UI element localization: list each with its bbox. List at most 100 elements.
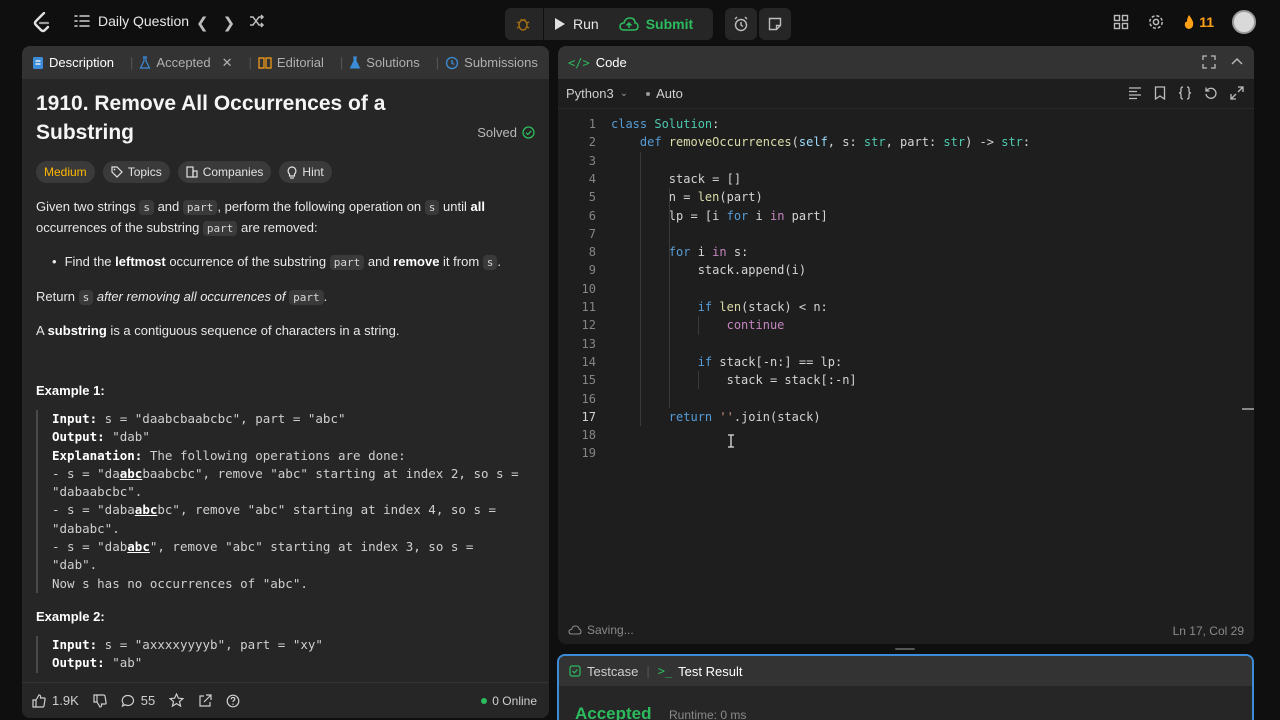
code-line[interactable]: 2 def removeOccurrences(self, s: str, pa…: [558, 133, 1254, 151]
online-count: 0 Online: [481, 694, 537, 708]
reset-icon[interactable]: [1204, 86, 1218, 100]
code-line[interactable]: 15 stack = stack[:-n]: [558, 371, 1254, 389]
tab-submissions[interactable]: Submissions: [445, 55, 538, 70]
code-line[interactable]: 1 class Solution:: [558, 115, 1254, 133]
timer-button[interactable]: [725, 8, 758, 40]
tab-description[interactable]: Description: [32, 55, 114, 70]
layout-grid-icon[interactable]: [1113, 14, 1129, 30]
submit-button[interactable]: Submit: [609, 8, 703, 40]
resize-handle[interactable]: [895, 648, 915, 650]
code-line[interactable]: 5 n = len(part): [558, 188, 1254, 206]
companies-chip[interactable]: Companies: [177, 161, 272, 183]
topics-chip[interactable]: Topics: [102, 161, 170, 183]
run-button[interactable]: Run: [544, 8, 609, 40]
line-number: 8: [588, 245, 596, 260]
favorite-button[interactable]: [169, 693, 185, 708]
line-number: 19: [581, 446, 596, 461]
indent-guide: [697, 371, 699, 390]
like-button[interactable]: 1.9K: [32, 693, 79, 708]
code-text: lp = [i for i in part]: [668, 208, 828, 223]
code-line[interactable]: 12 continue: [558, 316, 1254, 334]
next-problem-icon[interactable]: ❯: [223, 14, 236, 32]
comments-button[interactable]: 55: [121, 693, 155, 708]
document-icon: [33, 56, 43, 69]
code-line[interactable]: 11 if len(stack) < n:: [558, 298, 1254, 316]
tab-editorial[interactable]: Editorial: [258, 55, 324, 70]
streak-counter[interactable]: 11: [1183, 14, 1214, 30]
line-number: 11: [581, 300, 596, 314]
tab-testcase[interactable]: Testcase: [569, 664, 638, 679]
runtime-label: Runtime: 0 ms: [669, 708, 747, 720]
auto-mode-toggle[interactable]: Auto: [646, 86, 683, 101]
page-title: 1910. Remove All Occurrences of a Substr…: [36, 92, 386, 144]
code-line[interactable]: 4 stack = []: [558, 170, 1254, 188]
help-button[interactable]: [226, 694, 240, 708]
tab-solutions[interactable]: Solutions: [349, 55, 420, 70]
line-number: 9: [588, 263, 596, 278]
code-line[interactable]: 13: [558, 335, 1254, 353]
code-editor[interactable]: 1 class Solution: 2 def removeOccurrences(…: [558, 115, 1254, 615]
gear-icon[interactable]: [1147, 13, 1165, 31]
line-number: 4: [588, 171, 596, 186]
verdict-label: Accepted: [575, 704, 652, 720]
terminal-icon: >_: [657, 664, 673, 678]
code-line[interactable]: 6 lp = [i for i in part]: [558, 207, 1254, 225]
leetcode-logo-icon[interactable]: [32, 12, 52, 34]
note-icon: [768, 17, 782, 31]
line-number: 14: [581, 354, 596, 369]
line-number: 1: [588, 117, 596, 131]
star-icon: [169, 693, 185, 708]
code-line[interactable]: 10: [558, 280, 1254, 298]
debug-bug-icon[interactable]: [515, 16, 531, 32]
braces-icon[interactable]: [1178, 86, 1192, 100]
language-select[interactable]: Python3 ⌄: [566, 86, 628, 101]
close-icon[interactable]: ✕: [222, 55, 233, 71]
tag-icon: [111, 166, 123, 178]
question-circle-icon: [226, 694, 240, 707]
line-number: 12: [581, 318, 596, 333]
line-number: 18: [581, 428, 596, 443]
avatar[interactable]: [1232, 10, 1256, 34]
share-button[interactable]: [198, 693, 212, 708]
return-paragraph: Return s after removing all occurrences …: [36, 289, 328, 305]
code-line[interactable]: 17 return ''.join(stack): [558, 408, 1254, 426]
code-line[interactable]: 16: [558, 390, 1254, 408]
indent-guide: [697, 316, 699, 335]
code-line[interactable]: 3: [558, 152, 1254, 170]
example-1-title: Example 1:: [36, 383, 105, 398]
code-line[interactable]: 14 if stack[-n:] == lp:: [558, 353, 1254, 371]
fullscreen-icon[interactable]: [1202, 55, 1216, 69]
difficulty-badge: Medium: [36, 161, 95, 183]
flask-icon: [139, 55, 151, 69]
line-number: 3: [588, 153, 596, 168]
code-line[interactable]: 9 stack.append(i): [558, 261, 1254, 279]
bookmark-icon[interactable]: [1154, 86, 1166, 100]
code-line[interactable]: 18: [558, 426, 1254, 444]
code-text: stack = []: [611, 171, 742, 186]
chevron-up-icon[interactable]: [1230, 55, 1244, 69]
code-line[interactable]: 7: [558, 225, 1254, 243]
cloud-upload-icon: [618, 17, 639, 31]
format-icon[interactable]: [1128, 86, 1142, 100]
dislike-button[interactable]: [93, 693, 107, 708]
lightbulb-icon: [287, 165, 297, 179]
test-panel: Testcase | >_ Test Result Accepted Runti…: [557, 654, 1254, 720]
book-icon: [258, 56, 272, 69]
notes-button[interactable]: [759, 8, 792, 40]
checkbox-icon: [569, 665, 581, 677]
prev-problem-icon[interactable]: ❮: [196, 14, 209, 32]
hint-chip[interactable]: Hint: [279, 161, 332, 183]
problem-description: Given two strings s and part, perform th…: [36, 197, 535, 341]
cloud-icon: [568, 625, 582, 635]
problem-list-nav[interactable]: Daily Question: [74, 13, 189, 29]
code-line[interactable]: 19: [558, 444, 1254, 462]
tab-test-result[interactable]: >_ Test Result: [658, 664, 743, 679]
scrollbar[interactable]: [1242, 408, 1254, 410]
shuffle-icon[interactable]: [249, 14, 265, 28]
indent-guide: [639, 151, 641, 427]
code-line[interactable]: 8 for i in s:: [558, 243, 1254, 261]
expand-icon[interactable]: [1230, 86, 1244, 100]
cursor-position: Ln 17, Col 29: [1172, 624, 1244, 638]
tab-accepted[interactable]: Accepted ✕: [139, 55, 233, 71]
indent-guide: [668, 188, 670, 408]
